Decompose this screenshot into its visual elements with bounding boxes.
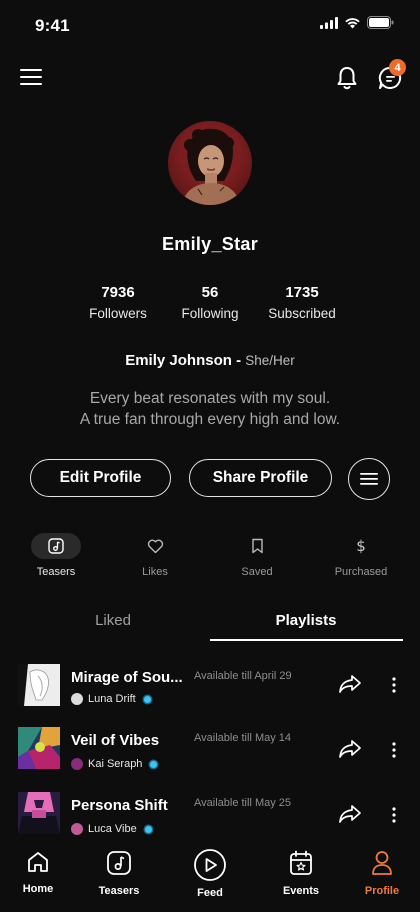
nav-label: Home — [22, 883, 54, 895]
share-icon[interactable] — [338, 804, 362, 824]
availability-text: Available till May 14 — [194, 732, 292, 744]
edit-profile-button[interactable]: Edit Profile — [30, 459, 171, 497]
tab-label: Saved — [241, 566, 273, 578]
tab-likes[interactable]: Likes — [115, 533, 195, 578]
stat-subscribed[interactable]: 1735 Subscribed — [256, 284, 348, 321]
notification-badge: 4 — [389, 59, 406, 76]
profile-menu-button[interactable] — [348, 458, 390, 500]
user-icon — [372, 851, 392, 875]
nav-label: Teasers — [98, 885, 140, 897]
playlist-artist: Luca Vibe — [71, 823, 152, 835]
tab-teasers[interactable]: Teasers — [16, 533, 96, 578]
artist-avatar — [71, 693, 83, 705]
verified-icon — [143, 695, 151, 703]
playlist-thumbnail — [18, 792, 60, 834]
calendar-icon — [290, 850, 312, 875]
artist-avatar — [71, 823, 83, 835]
hamburger-menu-icon[interactable] — [18, 66, 44, 88]
nav-teasers[interactable]: Teasers — [84, 850, 154, 897]
playlist-title: Veil of Vibes — [71, 732, 160, 749]
artist-name: Luna Drift — [88, 693, 136, 705]
hamburger-icon — [360, 473, 378, 485]
stat-label: Subscribed — [268, 306, 336, 321]
avatar-image — [182, 128, 240, 205]
stat-number: 1735 — [285, 284, 319, 301]
stat-following[interactable]: 56 Following — [164, 284, 256, 321]
tab-liked[interactable]: Liked — [18, 612, 208, 629]
status-icons — [320, 16, 394, 29]
playlist-thumbnail — [18, 664, 60, 706]
nav-feed[interactable]: Feed — [175, 848, 245, 899]
playlist-title: Mirage of Sou... — [71, 669, 183, 686]
nav-label: Feed — [197, 887, 223, 899]
bookmark-icon — [217, 533, 297, 559]
tab-label: Likes — [142, 566, 168, 578]
artist-avatar — [71, 758, 83, 770]
verified-icon — [144, 825, 152, 833]
nav-profile[interactable]: Profile — [347, 850, 417, 897]
tab-label: Purchased — [334, 566, 388, 578]
status-time: 9:41 — [35, 16, 70, 35]
stat-label: Following — [181, 306, 239, 321]
bio-line: Every beat resonates with my soul. — [89, 390, 331, 407]
tab-label: Teasers — [36, 566, 76, 578]
nav-label: Events — [282, 885, 320, 897]
dollar-icon: $ — [356, 537, 366, 555]
tab-purchased[interactable]: $ Purchased — [321, 533, 401, 578]
profile-stats: 7936 Followers 56 Following 1735 Subscri… — [0, 284, 420, 332]
play-icon — [194, 849, 226, 881]
stat-number: 56 — [201, 284, 219, 301]
verified-icon — [150, 760, 158, 768]
nav-events[interactable]: Events — [266, 850, 336, 897]
notification-bell-icon[interactable] — [334, 64, 360, 92]
active-tab-indicator — [210, 639, 403, 641]
playlist-title: Persona Shift — [71, 797, 168, 814]
availability-text: Available till May 25 — [194, 797, 292, 809]
avatar[interactable] — [168, 121, 252, 205]
home-icon — [28, 852, 48, 872]
share-profile-button[interactable]: Share Profile — [189, 459, 332, 497]
username: Emily_Star — [161, 234, 259, 254]
heart-icon — [115, 533, 195, 559]
status-bar: 9:41 — [0, 0, 420, 50]
list-item[interactable]: Mirage of Sou... Luna Drift Available ti… — [0, 660, 420, 724]
artist-name: Luca Vibe — [88, 823, 137, 835]
full-name: Emily Johnson - — [125, 352, 242, 369]
nav-label: Profile — [364, 885, 400, 897]
more-options-icon[interactable] — [391, 677, 397, 693]
pronouns: She/Her — [245, 353, 295, 368]
stat-label: Followers — [89, 306, 147, 321]
tab-playlists[interactable]: Playlists — [210, 612, 402, 629]
stat-followers[interactable]: 7936 Followers — [72, 284, 164, 321]
full-name-line: Emily Johnson - She/Her — [0, 352, 420, 369]
artist-name: Kai Seraph — [88, 758, 143, 770]
tab-saved[interactable]: Saved — [217, 533, 297, 578]
music-note-icon — [31, 533, 81, 559]
more-options-icon[interactable] — [391, 742, 397, 758]
music-note-icon — [107, 851, 131, 875]
playlist-artist: Luna Drift — [71, 693, 151, 705]
bottom-nav: Home Teasers Feed Events Profile — [0, 840, 420, 912]
list-item[interactable]: Veil of Vibes Kai Seraph Available till … — [0, 725, 420, 789]
more-options-icon[interactable] — [391, 807, 397, 823]
nav-home[interactable]: Home — [3, 850, 73, 895]
playlist-thumbnail — [18, 727, 60, 769]
signal-icon — [320, 16, 338, 29]
share-icon[interactable] — [338, 674, 362, 694]
playlist-artist: Kai Seraph — [71, 758, 158, 770]
stat-number: 7936 — [101, 284, 135, 301]
share-icon[interactable] — [338, 739, 362, 759]
battery-icon — [367, 16, 394, 29]
availability-text: Available till April 29 — [194, 670, 292, 682]
bio-line: A true fan through every high and low. — [79, 411, 341, 428]
bio: Every beat resonates with my soul. A tru… — [0, 388, 420, 430]
wifi-icon — [345, 17, 360, 28]
